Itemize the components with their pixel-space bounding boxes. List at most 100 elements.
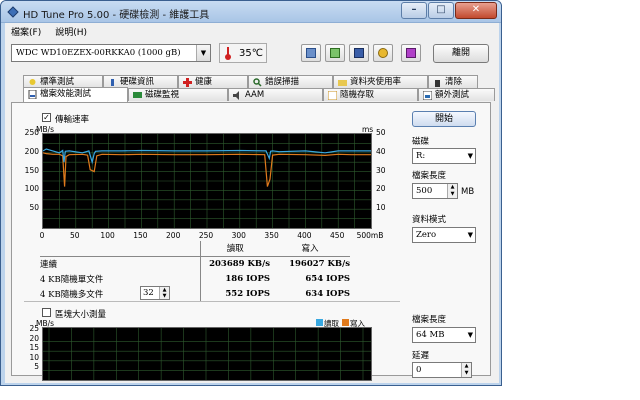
x-tick: 200 xyxy=(166,231,181,240)
delay-stepper[interactable]: 0 ▲ ▼ xyxy=(412,362,472,378)
block-x-tick: 8 xyxy=(135,384,140,385)
block-x-tick: 8192 xyxy=(352,384,371,385)
trash-icon xyxy=(435,80,440,87)
queue-depth-value: 32 xyxy=(143,288,154,298)
x-tick: 100 xyxy=(100,231,115,240)
thermometer-icon xyxy=(225,47,231,60)
block-x-tick: 1 xyxy=(68,384,73,385)
disk-select-value: R: xyxy=(416,151,426,161)
tab-erase[interactable]: 清除 xyxy=(428,75,478,88)
chevron-down-icon: ▼ xyxy=(467,231,473,239)
y-tick-right: 20 xyxy=(376,184,386,194)
y-tick-right: 10 xyxy=(376,203,386,213)
file-length-stepper[interactable]: 500 ▲ ▼ xyxy=(412,183,458,199)
tab-health[interactable]: 健康 xyxy=(178,75,248,88)
block-size-label: 區塊大小測量 xyxy=(55,310,107,320)
drive-select[interactable]: WDC WD10EZEX-00RKKA0 (1000 gB) ▼ xyxy=(11,44,211,62)
stats-read-4k-single: 186 IOPS xyxy=(199,271,270,286)
tab-error-scan[interactable]: 錯誤掃描 xyxy=(248,75,333,88)
block-x-tick: 2048 xyxy=(308,384,327,385)
title-bar[interactable]: HD Tune Pro 5.00 - 硬碟檢測 - 維護工具 – □ ✕ xyxy=(1,1,501,23)
block-y-tick: 5 xyxy=(34,362,39,372)
block-x-tick: 4 xyxy=(113,384,118,385)
disk-label: 磁碟 xyxy=(412,137,430,147)
block-file-length-select[interactable]: 64 MB ▼ xyxy=(412,327,476,343)
tab-file-benchmark[interactable]: 檔案效能測試 xyxy=(23,87,128,102)
transfer-rate-checkbox[interactable]: ✓ xyxy=(42,113,51,122)
copy-image-icon xyxy=(330,48,340,58)
stats-header-write: 寫入 xyxy=(301,244,319,255)
queue-depth-stepper[interactable]: 32 ▲ ▼ xyxy=(140,286,170,300)
file-length-unit: MB xyxy=(461,187,475,197)
stats-label-4k-multi: 4 KB隨機多文件 xyxy=(40,289,104,300)
close-button[interactable]: ✕ xyxy=(455,2,497,19)
y-tick-right: 50 xyxy=(376,128,386,137)
save-button[interactable] xyxy=(349,44,369,62)
bulb-icon xyxy=(29,79,36,85)
copy-text-button[interactable] xyxy=(301,44,321,62)
y-tick-left: 250 xyxy=(24,128,39,137)
exit-button[interactable]: 離開 xyxy=(433,44,489,63)
x-tick: 250 xyxy=(198,231,214,240)
block-x-tick: 512 xyxy=(265,384,279,385)
stepper-arrows-icon: ▲ ▼ xyxy=(461,363,471,377)
block-x-tick: 16 xyxy=(155,384,165,385)
tab-random-access[interactable]: 隨機存取 xyxy=(323,88,418,101)
options-button[interactable] xyxy=(373,44,393,62)
x-tick: 400 xyxy=(297,231,312,240)
block-x-tick: 256 xyxy=(243,384,257,385)
minimize-button[interactable]: – xyxy=(401,2,427,19)
data-mode-select[interactable]: Zero ▼ xyxy=(412,227,476,243)
temperature-display: 35℃ xyxy=(219,43,267,63)
monitor-icon xyxy=(133,92,142,98)
chevron-down-icon: ▼ xyxy=(467,331,473,339)
legend-read-swatch xyxy=(316,319,323,326)
x-tick: 500mB xyxy=(356,231,384,240)
tab-aam[interactable]: AAM xyxy=(228,88,323,101)
block-y-tick: 15 xyxy=(29,343,39,353)
x-tick: 350 xyxy=(264,231,279,240)
y-tick-left: 150 xyxy=(24,165,39,175)
stats-write-4k-single: 654 IOPS xyxy=(305,273,350,284)
window-title: HD Tune Pro 5.00 - 硬碟檢測 - 維護工具 xyxy=(23,10,210,21)
chevron-down-icon: ▼ xyxy=(467,152,473,160)
menu-bar: 檔案(F) 說明(H) xyxy=(11,25,101,39)
download-button[interactable] xyxy=(401,44,421,62)
copy-image-button[interactable] xyxy=(325,44,345,62)
file-length-label: 檔案長度 xyxy=(412,171,447,181)
block-size-checkbox[interactable] xyxy=(42,308,51,317)
block-file-length-label: 檔案長度 xyxy=(412,315,447,325)
disk-select[interactable]: R: ▼ xyxy=(412,148,476,164)
folder-icon xyxy=(338,80,347,86)
y-tick-right: 30 xyxy=(376,165,386,175)
x-tick: 450 xyxy=(330,231,345,240)
copy-icon xyxy=(306,48,316,58)
stats-write-sequential: 196027 KB/s xyxy=(289,258,350,269)
key-icon xyxy=(378,48,388,58)
extra-tests-icon xyxy=(423,91,432,100)
block-y-tick: 10 xyxy=(29,352,39,362)
tab-folder-usage[interactable]: 資料夾使用率 xyxy=(333,75,428,88)
y-tick-right: 40 xyxy=(376,146,386,156)
block-x-tick: 0.5 xyxy=(42,384,54,385)
block-x-tick: 128 xyxy=(220,384,234,385)
tab-disk-monitor[interactable]: 磁碟監視 xyxy=(128,88,228,101)
menu-file[interactable]: 檔案(F) xyxy=(11,25,41,39)
block-y-tick: 25 xyxy=(29,324,39,333)
file-length-value: 500 xyxy=(416,186,433,196)
block-x-tick: 4096 xyxy=(330,384,349,385)
x-tick: 150 xyxy=(133,231,148,240)
stats-write-4k-multi: 634 IOPS xyxy=(305,288,350,299)
stats-label-sequential: 連續 xyxy=(40,259,58,270)
app-icon xyxy=(7,6,19,18)
stats-read-4k-multi: 552 IOPS xyxy=(199,286,270,301)
tab-extra-tests[interactable]: 額外測試 xyxy=(418,88,495,101)
menu-help[interactable]: 說明(H) xyxy=(55,25,87,39)
y-tick-left: 50 xyxy=(29,203,39,213)
block-x-tick: 2 xyxy=(90,384,95,385)
file-benchmark-panel: ✓ 傳輸速率 MB/s ms 250 200 150 100 50 50 40 30 20 10… xyxy=(11,102,491,385)
start-button[interactable]: 開始 xyxy=(412,111,476,127)
maximize-button[interactable]: □ xyxy=(428,2,454,19)
close-icon: ✕ xyxy=(471,4,481,15)
stats-table: 讀取 寫入 連續 203689 KB/s 196027 KB/s 4 KB隨機單… xyxy=(40,241,350,301)
